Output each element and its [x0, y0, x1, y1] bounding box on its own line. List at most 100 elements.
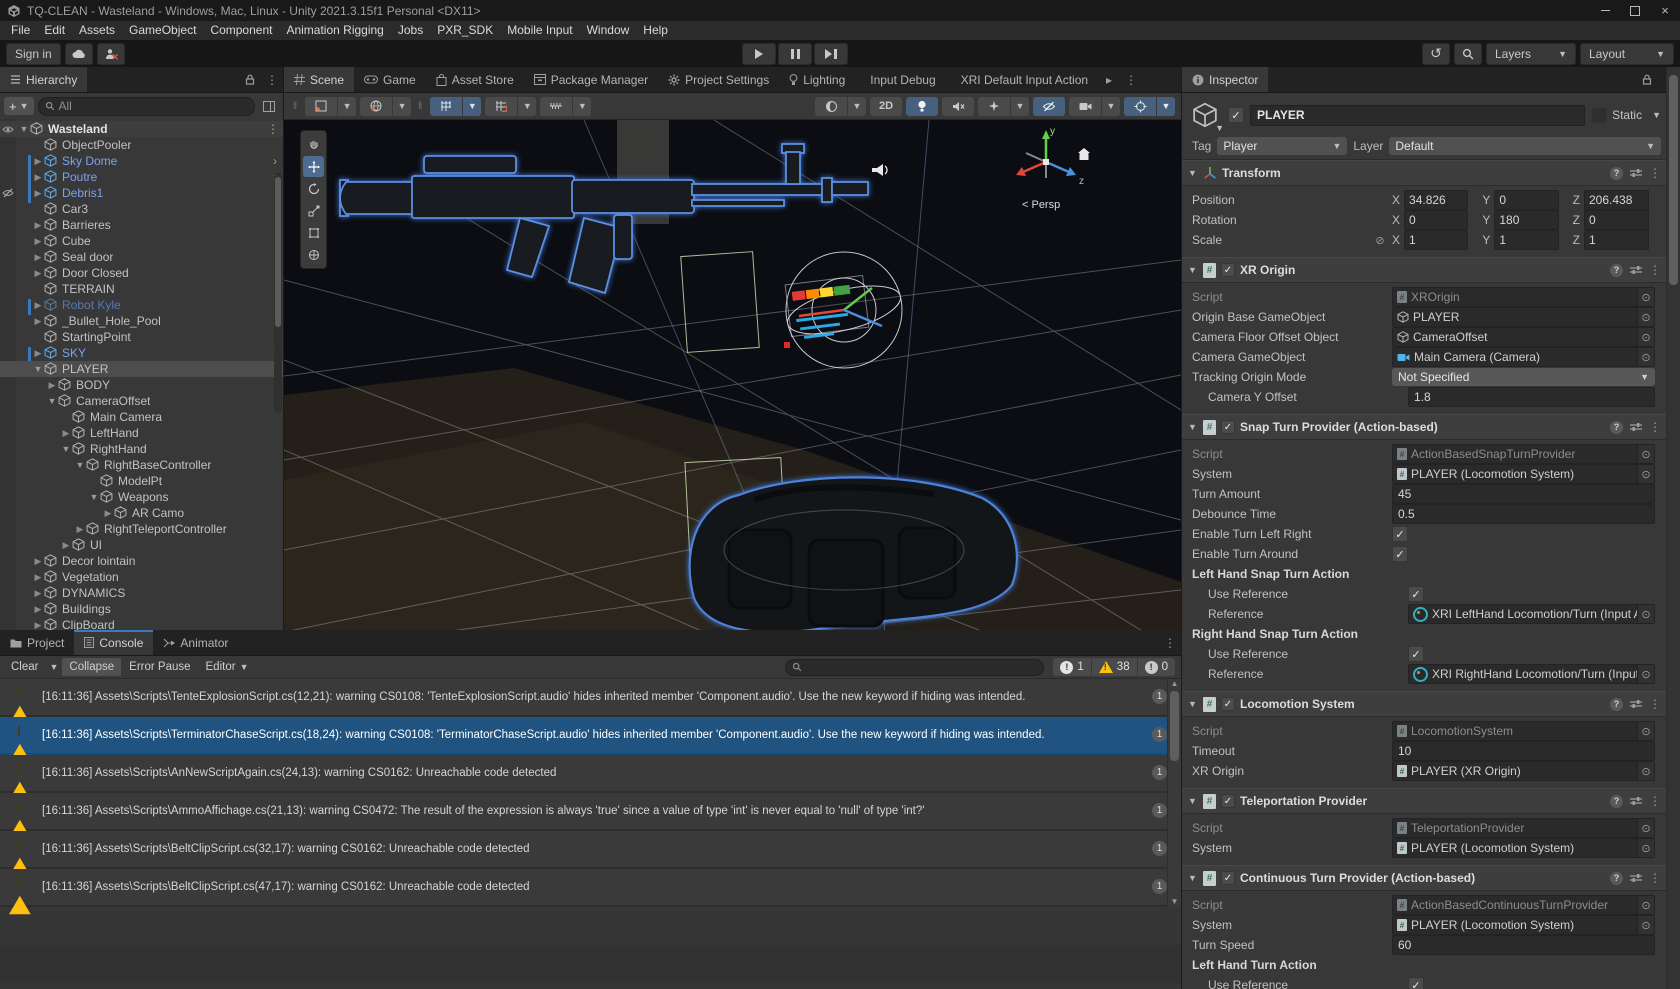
- rotation-y-field[interactable]: 180: [1494, 210, 1558, 230]
- hierarchy-scrollbar[interactable]: [274, 173, 282, 413]
- fold-arrow-icon[interactable]: ▼: [1188, 699, 1198, 709]
- presets-icon[interactable]: [1628, 699, 1644, 709]
- hierarchy-row[interactable]: Cube › ⋮: [0, 233, 283, 249]
- visibility-toggle[interactable]: [0, 601, 16, 617]
- sign-in-button[interactable]: Sign in: [6, 43, 61, 65]
- view-tab[interactable]: Project Settings: [658, 67, 779, 92]
- expand-arrow-icon[interactable]: [32, 316, 44, 327]
- tab-hierarchy[interactable]: Hierarchy: [0, 67, 87, 92]
- rotation-x-field[interactable]: 0: [1404, 210, 1468, 230]
- hierarchy-row[interactable]: SKY › ⋮: [0, 345, 283, 361]
- object-picker-icon[interactable]: ⊙: [1637, 465, 1654, 483]
- object-field[interactable]: # XRI RightHand Locomotion/Turn (Input A…: [1408, 664, 1655, 684]
- console-search-input[interactable]: [785, 659, 1044, 676]
- gizmos-toggle[interactable]: [1124, 97, 1156, 116]
- expand-arrow-icon[interactable]: [32, 220, 44, 231]
- presets-icon[interactable]: [1628, 168, 1644, 178]
- enable-checkbox[interactable]: ✓: [1221, 871, 1235, 885]
- scale-x-field[interactable]: 1: [1404, 230, 1468, 250]
- menu-item[interactable]: Jobs: [391, 21, 430, 40]
- transform-tool-button[interactable]: [303, 244, 324, 265]
- dropdown-field[interactable]: Not Specified▼: [1392, 368, 1655, 386]
- hierarchy-menu-icon[interactable]: ⋮: [261, 67, 283, 92]
- expand-arrow-icon[interactable]: [32, 604, 44, 615]
- hierarchy-row[interactable]: Vegetation › ⋮: [0, 569, 283, 585]
- component-header[interactable]: ▼ # ✓ Teleportation Provider ? ⋮: [1182, 788, 1667, 814]
- object-field[interactable]: # PLAYER (Locomotion System) ⊙: [1392, 915, 1655, 935]
- component-header[interactable]: ▼ # ✓ Snap Turn Provider (Action-based) …: [1182, 414, 1667, 440]
- collapse-button[interactable]: Collapse: [62, 658, 121, 676]
- object-field[interactable]: # XRI LeftHand Locomotion/Turn (Input Ac…: [1408, 604, 1655, 624]
- visibility-toggle[interactable]: [0, 505, 16, 521]
- presets-icon[interactable]: [1628, 873, 1644, 883]
- visibility-toggle[interactable]: [0, 265, 16, 281]
- console-message[interactable]: [16:11:36] Assets\Scripts\BeltClipScript…: [0, 831, 1181, 869]
- visibility-toggle[interactable]: [0, 249, 16, 265]
- value-field[interactable]: 10: [1392, 741, 1655, 761]
- pivot-tool-caret[interactable]: ▼: [338, 97, 356, 116]
- property-checkbox[interactable]: ✓: [1408, 977, 1424, 989]
- hierarchy-row[interactable]: Car3 › ⋮: [0, 201, 283, 217]
- drag-handle[interactable]: ‖: [293, 101, 298, 112]
- console-message[interactable]: [16:11:36] Assets\Scripts\TerminatorChas…: [0, 717, 1181, 755]
- hierarchy-row[interactable]: Seal door › ⋮: [0, 249, 283, 265]
- visibility-toggle[interactable]: [0, 473, 16, 489]
- object-field[interactable]: # CameraOffset ⊙: [1392, 327, 1655, 347]
- expand-arrow-icon[interactable]: [32, 156, 44, 167]
- visibility-toggle[interactable]: [0, 361, 16, 377]
- object-field[interactable]: # LocomotionSystem ⊙: [1392, 721, 1655, 741]
- value-field[interactable]: 0.5: [1392, 504, 1655, 524]
- play-button[interactable]: [742, 43, 776, 65]
- expand-arrow-icon[interactable]: [32, 556, 44, 567]
- bottom-tab[interactable]: Animator: [153, 630, 238, 655]
- menu-item[interactable]: Edit: [37, 21, 72, 40]
- component-menu-icon[interactable]: ⋮: [1649, 166, 1661, 180]
- log-count-toggle[interactable]: ! 1: [1053, 658, 1091, 676]
- hierarchy-row[interactable]: RightTeleportController › ⋮: [0, 521, 283, 537]
- visibility-toggle[interactable]: [0, 201, 16, 217]
- visibility-toggle[interactable]: [0, 569, 16, 585]
- fold-arrow-icon[interactable]: ▼: [1188, 796, 1198, 806]
- rotate-tool-button[interactable]: [303, 178, 324, 199]
- console-scrollbar[interactable]: ▲ ▼: [1167, 679, 1181, 907]
- expand-arrow-icon[interactable]: [60, 428, 72, 439]
- scene-menu-icon[interactable]: ⋮: [1120, 67, 1142, 92]
- tab-overflow-icon[interactable]: ▸: [1098, 67, 1120, 92]
- object-picker-icon[interactable]: ⊙: [1637, 348, 1654, 366]
- expand-arrow-icon[interactable]: [60, 540, 72, 551]
- expand-arrow-icon[interactable]: [32, 252, 44, 263]
- expand-arrow-icon[interactable]: [102, 508, 114, 519]
- hierarchy-row[interactable]: DYNAMICS › ⋮: [0, 585, 283, 601]
- expand-arrow-icon[interactable]: [32, 588, 44, 599]
- expand-arrow-icon[interactable]: [32, 172, 44, 183]
- hierarchy-row[interactable]: Sky Dome › ⋮: [0, 153, 283, 169]
- scene-audio-toggle[interactable]: [942, 97, 974, 116]
- view-tab[interactable]: Input Debug: [855, 67, 945, 92]
- grid-snap-button[interactable]: [430, 97, 462, 116]
- scene-camera-button[interactable]: [1069, 97, 1101, 116]
- enable-checkbox[interactable]: ✓: [1221, 794, 1235, 808]
- tag-dropdown[interactable]: Player▼: [1217, 137, 1347, 155]
- visibility-toggle[interactable]: [0, 393, 16, 409]
- orientation-gizmo[interactable]: y z: [1016, 126, 1084, 187]
- object-field[interactable]: # Main Camera (Camera) ⊙: [1392, 347, 1655, 367]
- property-checkbox[interactable]: ✓: [1408, 586, 1424, 602]
- view-tab[interactable]: Package Manager: [524, 67, 658, 92]
- scale-z-field[interactable]: 1: [1584, 230, 1649, 250]
- expand-arrow-icon[interactable]: [32, 348, 44, 359]
- console-message[interactable]: [16:11:36] Assets\Scripts\AnNewScriptAga…: [0, 755, 1181, 793]
- scale-y-field[interactable]: 1: [1494, 230, 1558, 250]
- menu-item[interactable]: Animation Rigging: [279, 21, 390, 40]
- gameobject-icon[interactable]: ▼: [1188, 99, 1222, 131]
- expand-arrow-icon[interactable]: [32, 236, 44, 247]
- property-checkbox[interactable]: ✓: [1392, 546, 1408, 562]
- hierarchy-row[interactable]: PLAYER › ⋮: [0, 361, 283, 377]
- hierarchy-row[interactable]: Debris1 › ⋮: [0, 185, 283, 201]
- visibility-toggle[interactable]: [0, 281, 16, 297]
- layout-dropdown[interactable]: Layout▼: [1580, 43, 1674, 65]
- visibility-toggle[interactable]: [0, 425, 16, 441]
- hierarchy-row[interactable]: CameraOffset › ⋮: [0, 393, 283, 409]
- component-menu-icon[interactable]: ⋮: [1649, 871, 1661, 885]
- scene-camera-caret[interactable]: ▼: [1102, 97, 1120, 116]
- object-field[interactable]: # PLAYER (Locomotion System) ⊙: [1392, 838, 1655, 858]
